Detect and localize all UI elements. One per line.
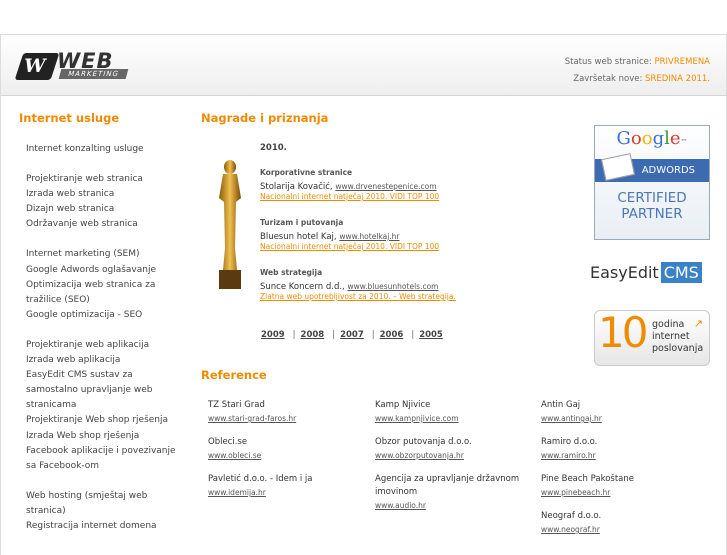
reference-item: Antin Gaj www.antingaj.hr [541,400,602,423]
reference-item: Agencija za upravljanje državnom imovino… [375,474,520,510]
award-url[interactable]: www.drvenestepenice.com [335,182,436,191]
logo-mark: W [14,53,60,80]
nav-link[interactable]: Projektiranje web stranica [26,172,186,187]
award-years-nav: 2009 | 2008 | 2007 | 2006 | 2005 [261,330,443,340]
year-link[interactable]: 2008 [301,330,325,340]
nav-link[interactable]: Izrada web aplikacija [26,353,186,368]
nav-link[interactable]: Internet konzalting usluge [26,142,186,157]
reference-item: Obzor putovanja d.o.o. www.obzorputovanja… [375,437,472,460]
award-item: Web strategija Sunce Koncern d.d., www.b… [260,268,456,301]
easyedit-cms-logo[interactable]: EasyEdit CMS [590,262,702,283]
award-url[interactable]: www.hotelkaj.hr [339,232,399,241]
nav-link[interactable]: Google Adwords oglašavanje [26,263,186,278]
awards-heading: Nagrade i priznanja [201,111,329,125]
reference-item: TZ Stari Grad www.stari-grad-faros.hr [208,400,297,423]
services-nav: Internet konzalting usluge Projektiranje… [26,142,186,534]
award-item: Korporativne stranice Stolarija Kovačić,… [260,168,440,201]
reference-url[interactable]: www.pinebeach.hr [541,488,610,497]
nav-link[interactable]: Internet marketing (SEM) [26,247,186,262]
reference-item: Kamp Njivice www.kampnjivice.com [375,400,459,423]
reference-url[interactable]: www.ramiro.hr [541,451,596,460]
year-link[interactable]: 2005 [419,330,443,340]
award-prize-link[interactable]: Zlatna web upotrebljivost za 2010. – Web… [260,292,456,301]
year-link[interactable]: 2009 [261,330,285,340]
reference-url[interactable]: www.obleci.se [208,451,261,460]
google-adwords-badge[interactable]: Google™ ADWORDS CERTIFIED PARTNER [594,125,710,240]
reference-item: Obleci.se www.obleci.se [208,437,262,460]
references-heading: Reference [201,368,267,382]
status-value: PRIVREMENA [654,57,710,67]
arrow-up-icon: ↗ [693,317,703,330]
nav-link[interactable]: Projektiranje Web shop rješenja [26,413,186,428]
nav-link[interactable]: Dizajn web stranica [26,202,186,217]
completion-value: SREDINA 2011. [645,74,710,84]
logo-subtitle: MARKETING [58,69,129,79]
ten-years-badge: 10 godina internet poslovanja ↗ [594,308,710,366]
nav-link[interactable]: Web hosting (smještaj web stranica) [26,489,151,519]
nav-link[interactable]: Facebook aplikacije i povezivanje sa Fac… [26,444,181,474]
nav-link[interactable]: Izrada web stranica [26,187,186,202]
nav-link[interactable]: Registracija internet domena [26,519,186,534]
reference-item: Pine Beach Pakoštane www.pinebeach.hr [541,474,635,497]
nav-link[interactable]: Projektiranje web aplikacija [26,338,186,353]
reference-url[interactable]: www.idemija.hr [208,488,266,497]
google-logo: Google™ [616,128,688,149]
reference-item: Ramiro d.o.o. www.ramiro.hr [541,437,598,460]
award-year: 2010. [260,143,287,153]
reference-url[interactable]: www.neograf.hr [541,525,600,534]
reference-url[interactable]: www.kampnjivice.com [375,414,459,423]
award-prize-link[interactable]: Nacionalni internet natječaj 2010. VIDI … [260,192,439,201]
year-link[interactable]: 2006 [380,330,404,340]
reference-url[interactable]: www.audio.hr [375,501,426,510]
nav-link[interactable]: Optimizacija web stranica za tražilice (… [26,278,161,308]
nav-link[interactable]: Izrada Web shop rješenja [26,429,186,444]
award-prize-link[interactable]: Nacionalni internet natječaj 2010. VIDI … [260,242,439,251]
trophy-icon [219,160,241,289]
nav-link[interactable]: EasyEdit CMS sustav za samostalno upravl… [26,368,156,413]
award-url[interactable]: www.bluesunhotels.com [347,282,438,291]
award-item: Turizam i putovanja Bluesun hotel Kaj, w… [260,218,440,251]
nav-link[interactable]: Održavanje web stranica [26,217,186,232]
reference-url[interactable]: www.obzorputovanja.hr [375,451,464,460]
reference-item: Pavletić d.o.o. - Idem i ja www.idemija.h… [208,474,313,497]
year-link[interactable]: 2007 [340,330,364,340]
reference-item: Neograf d.o.o. www.neograf.hr [541,511,602,534]
services-heading: Internet usluge [19,111,120,125]
reference-url[interactable]: www.stari-grad-faros.hr [208,414,296,423]
certified-partner-text: CERTIFIED PARTNER [617,190,687,222]
header: W WEB MARKETING Status web stranice: PRI… [1,35,726,96]
nav-link[interactable]: Google optimizacija - SEO [26,308,186,323]
site-status: Status web stranice: PRIVREMENA Završeta… [564,57,710,84]
reference-url[interactable]: www.antingaj.hr [541,414,602,423]
